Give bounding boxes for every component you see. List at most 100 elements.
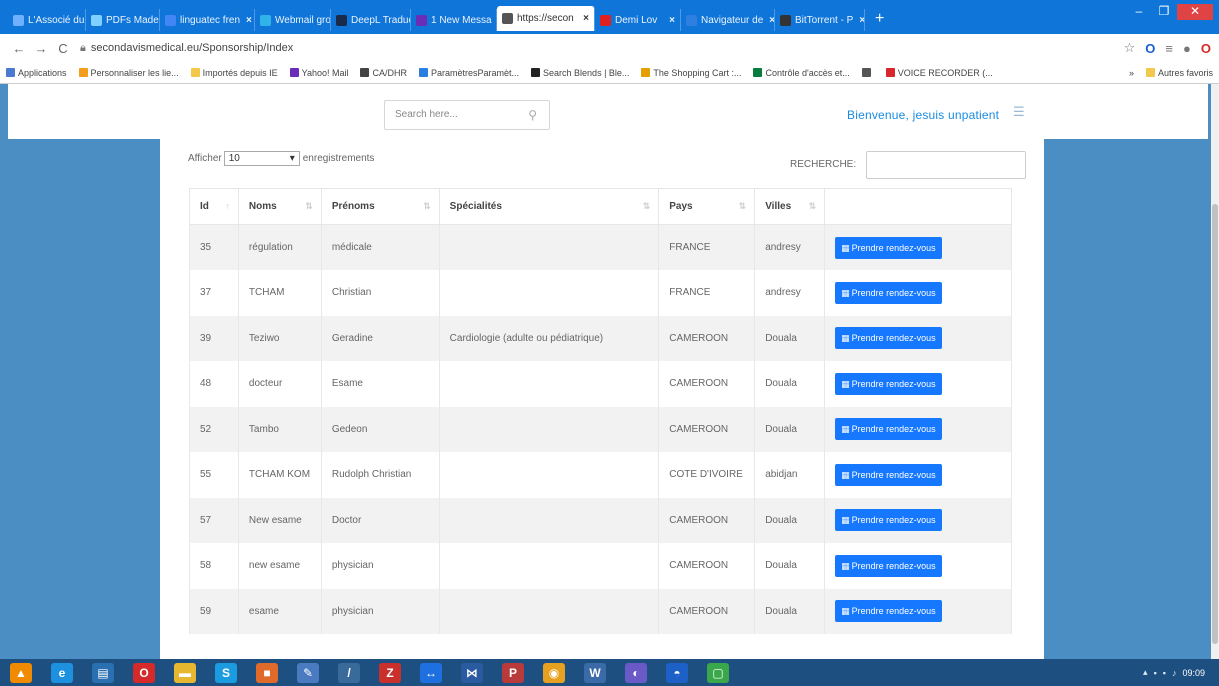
skype-icon[interactable]: S (215, 662, 237, 683)
book-appointment-label: Prendre rendez-vous (851, 469, 936, 480)
star-icon[interactable]: ☆ (1124, 40, 1136, 56)
tab-close-icon[interactable]: × (853, 15, 864, 26)
bookmark-item[interactable]: VOICE RECORDER (... (885, 67, 993, 78)
volume-icon[interactable]: ♪ (1172, 668, 1177, 678)
browser-tab[interactable]: Navigateur de × (681, 9, 775, 31)
app-icon[interactable]: ■ (256, 662, 278, 683)
tab-close-icon[interactable]: × (240, 15, 252, 26)
extension-icon[interactable]: ≡ (1165, 41, 1173, 56)
column-header-villes[interactable]: Villes ⇅ (754, 188, 826, 225)
book-appointment-button[interactable]: ▦ Prendre rendez-vous (835, 418, 942, 441)
forward-icon[interactable]: → (30, 41, 52, 56)
bookmark-item[interactable]: Contrôle d'accès et... (753, 68, 850, 78)
bookmark-item[interactable]: Personnaliser les lie... (78, 68, 179, 78)
bookmark-item[interactable]: Yahoo! Mail (289, 68, 348, 78)
url-text: secondavismedical.eu/Sponsorship/Index (90, 41, 294, 54)
cell-action: ▦ Prendre rendez-vous (824, 543, 1012, 589)
bookmark-item[interactable]: Search Blends | Ble... (531, 68, 629, 78)
bookmark-item[interactable] (861, 68, 874, 77)
browser-tab[interactable]: L'Associé du c× (8, 9, 86, 31)
scrollbar-thumb[interactable] (1212, 204, 1218, 644)
word-icon[interactable]: W (584, 662, 606, 683)
tab-close-icon[interactable]: × (663, 15, 675, 26)
book-appointment-button[interactable]: ▦ Prendre rendez-vous (835, 327, 942, 350)
table-row: 52 Tambo Gedeon CAMEROON Douala ▦ Prendre rend… (189, 406, 1012, 452)
column-header-prenoms[interactable]: Prénoms ⇅ (320, 188, 440, 225)
column-header-noms[interactable]: Noms ⇅ (237, 188, 322, 225)
bookmark-icon (753, 68, 763, 77)
book-appointment-button[interactable]: ▦ Prendre rendez-vous (835, 463, 942, 486)
book-appointment-button[interactable]: ▦ Prendre rendez-vous (835, 236, 942, 259)
column-header-id[interactable]: Id ↑ (189, 188, 239, 225)
search-icon[interactable]: ⚲ (528, 108, 537, 122)
teamviewer-icon[interactable]: ↔ (420, 662, 442, 683)
browser-tab[interactable]: PDFs Made Si× (86, 9, 160, 31)
bookmarks-overflow-button[interactable]: » (1129, 68, 1134, 78)
tab-close-icon[interactable]: × (763, 15, 774, 26)
paint-icon[interactable]: ✎ (297, 662, 319, 683)
browser-tab[interactable]: 1 New Messa× (411, 9, 497, 31)
browser-tab[interactable]: Webmail grou× (255, 9, 331, 31)
browser-tab[interactable]: Demi Lov × (595, 9, 681, 31)
bookmark-icon (885, 68, 895, 77)
opera-icon[interactable]: O (1201, 41, 1211, 56)
back-icon[interactable]: ← (8, 41, 30, 56)
vs-icon[interactable]: ⋈ (461, 662, 483, 683)
vlc-icon[interactable]: ▲ (10, 662, 32, 683)
page-scrollbar[interactable] (1211, 84, 1219, 659)
bookmark-item[interactable]: CA/DHR (360, 68, 407, 78)
maximize-icon[interactable]: ❐ (1152, 4, 1176, 20)
book-appointment-label: Prendre rendez-vous (851, 515, 936, 526)
menu-icon[interactable]: ☰ (1013, 104, 1025, 120)
other-bookmarks-folder[interactable]: Autres favoris (1145, 68, 1213, 78)
cell-prenom: Geradine (320, 315, 440, 361)
arrow-up-icon[interactable]: ▴ (1143, 667, 1148, 678)
bookmark-icon (289, 68, 299, 77)
chrome-icon[interactable]: ◉ (543, 662, 565, 683)
bookmark-item[interactable]: The Shopping Cart :... (641, 68, 741, 78)
filezilla-icon[interactable]: Z (379, 662, 401, 683)
tool-icon[interactable]: / (338, 662, 360, 683)
browser-tab[interactable]: DeepL Traduc× (331, 9, 411, 31)
new-tab-button[interactable]: + (865, 9, 894, 29)
close-window-icon[interactable]: ✕ (1177, 4, 1213, 20)
keyboard-icon[interactable]: ▪ (1163, 668, 1166, 678)
table-search-input[interactable] (866, 151, 1026, 179)
tab-close-icon[interactable]: × (577, 13, 589, 24)
book-appointment-button[interactable]: ▦ Prendre rendez-vous (835, 281, 942, 304)
publisher-icon[interactable]: P (502, 662, 524, 683)
browser-tab[interactable]: linguatec fren × (160, 9, 255, 31)
book-appointment-button[interactable]: ▦ Prendre rendez-vous (835, 509, 942, 532)
book-appointment-button[interactable]: ▦ Prendre rendez-vous (835, 600, 942, 623)
bookmark-item[interactable]: ParamètresParamèt... (419, 68, 519, 78)
page-length-select[interactable]: 10 ▾ (223, 151, 300, 166)
bookmark-item[interactable]: Importés depuis IE (190, 68, 278, 78)
green-app-icon[interactable]: ▢ (707, 662, 729, 683)
site-search-input[interactable]: Search here... ⚲ (384, 100, 550, 130)
reload-icon[interactable]: C (52, 41, 74, 56)
column-header-specialites[interactable]: Spécialités ⇅ (438, 188, 660, 225)
eclipse-icon[interactable]: ◐ (625, 662, 647, 683)
ie-icon[interactable]: e (51, 662, 73, 683)
opera-icon[interactable]: O (133, 662, 155, 683)
book-appointment-button[interactable]: ▦ Prendre rendez-vous (835, 372, 942, 395)
browser-tab[interactable]: https://secon × (497, 6, 595, 31)
profile-icon[interactable]: ● (1183, 41, 1191, 56)
store-icon[interactable]: ▤ (92, 662, 114, 683)
opera-extension-icon[interactable]: O (1145, 41, 1155, 56)
cell-pays: CAMEROON (658, 406, 756, 452)
clock[interactable]: 09:09 (1182, 668, 1205, 678)
calendar-icon: ▦ (841, 242, 850, 253)
bookmark-label: The Shopping Cart :... (653, 67, 742, 78)
bookmark-item[interactable]: Applications (6, 68, 67, 78)
chat-icon[interactable]: ◓ (666, 662, 688, 683)
book-appointment-button[interactable]: ▦ Prendre rendez-vous (835, 554, 942, 577)
bookmark-label: VOICE RECORDER (... (897, 67, 993, 78)
folder-icon[interactable]: ▬ (174, 662, 196, 683)
minimize-icon[interactable]: – (1127, 4, 1151, 20)
browser-tab[interactable]: BitTorrent - P × (775, 9, 865, 31)
url-field[interactable]: 🔒︎ secondavismedical.eu/Sponsorship/Index (80, 42, 293, 55)
network-icon[interactable]: ▪ (1154, 668, 1157, 678)
cell-id: 48 (189, 361, 239, 407)
column-header-pays[interactable]: Pays ⇅ (658, 188, 756, 225)
